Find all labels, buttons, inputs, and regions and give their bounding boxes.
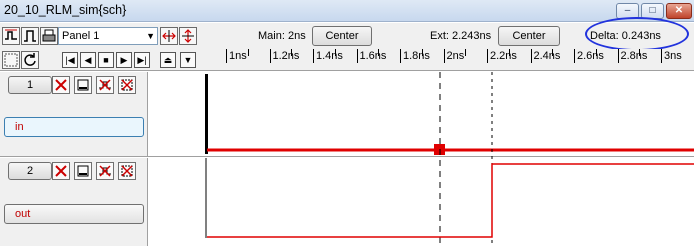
ruler-minor-tick — [421, 49, 423, 56]
eject-icon[interactable]: ⏏ — [160, 52, 176, 68]
ruler-tick — [617, 49, 619, 63]
ruler-tick-label: 2.8ns — [620, 50, 648, 62]
ruler-minor-tick — [334, 49, 336, 56]
ext-time-label: Ext: 2.243ns — [430, 30, 492, 42]
ruler-tick — [487, 49, 488, 63]
zoom-fit-icon[interactable] — [160, 27, 178, 45]
panel-2-number-button[interactable]: 2 — [8, 162, 52, 180]
ruler-tick-label: 1.8ns — [403, 50, 430, 62]
ruler-tick-label: 2.4ns — [533, 50, 561, 62]
settings-wave-icon[interactable] — [118, 76, 136, 94]
last-icon[interactable]: ▶| — [134, 52, 150, 68]
ext-center-button[interactable]: Center — [498, 26, 560, 46]
ruler-minor-tick — [508, 49, 510, 56]
delete-wave-icon[interactable] — [96, 162, 114, 180]
ruler-tick — [574, 49, 575, 63]
waveform-icon[interactable] — [2, 27, 20, 45]
ruler-minor-tick — [595, 49, 597, 56]
panel-1-number-button[interactable]: 1 — [8, 76, 52, 94]
pulse-icon[interactable] — [21, 27, 39, 45]
ruler-tick-label: 1.2ns — [272, 50, 300, 62]
ruler-minor-tick — [291, 49, 293, 56]
ruler-minor-tick — [552, 49, 554, 56]
signal-out-button[interactable]: out — [4, 204, 144, 224]
ruler-tick-label: 2ns — [446, 50, 465, 62]
ruler-tick — [313, 49, 314, 63]
delete-wave-icon[interactable] — [96, 76, 114, 94]
ruler-tick-label: 2.6ns — [577, 50, 604, 62]
ruler-minor-tick — [247, 49, 249, 56]
main-center-button[interactable]: Center — [312, 26, 372, 46]
ruler-tick-label: 1.6ns — [359, 50, 387, 62]
ruler-minor-tick — [465, 49, 467, 56]
ruler-tick — [400, 49, 401, 63]
window-title: 20_10_RLM_sim{sch} — [4, 3, 127, 17]
ruler-minor-tick — [639, 49, 641, 56]
delete-icon[interactable] — [52, 162, 70, 180]
grid-icon[interactable] — [2, 51, 20, 69]
time-ruler: 1ns 1.2ns 1.4ns 1.6ns 1.8ns 2ns 2.2ns 2.4ns 2.6n… — [226, 49, 694, 71]
ruler-tick-label: 1.4ns — [316, 50, 343, 62]
chevron-down-icon: ▼ — [146, 31, 155, 41]
ruler-tick — [530, 49, 532, 63]
ruler-tick — [661, 49, 662, 63]
signal-in-button[interactable]: in — [4, 117, 144, 137]
close-button[interactable]: ✕ — [666, 3, 692, 19]
refresh-icon[interactable] — [21, 51, 39, 69]
ruler-tick — [269, 49, 271, 63]
panel-select-value: Panel 1 — [62, 30, 100, 42]
minimize-panel-icon[interactable] — [74, 76, 92, 94]
ruler-tick — [443, 49, 445, 63]
first-icon[interactable]: |◀ — [62, 52, 78, 68]
stop-icon[interactable]: ■ — [98, 52, 114, 68]
down-icon[interactable]: ▼ — [180, 52, 196, 68]
zoom-vertical-icon[interactable] — [179, 27, 197, 45]
settings-wave-icon[interactable] — [118, 162, 136, 180]
ruler-tick — [226, 49, 227, 63]
ruler-tick — [356, 49, 358, 63]
ruler-tick-label: 3ns — [664, 50, 682, 62]
ruler-minor-tick — [378, 49, 380, 56]
delete-icon[interactable] — [52, 76, 70, 94]
minimize-panel-icon[interactable] — [74, 162, 92, 180]
panel-select[interactable]: Panel 1 ▼ — [58, 27, 158, 45]
prev-icon[interactable]: ◀ — [80, 52, 96, 68]
ruler-tick-label: 2.2ns — [490, 50, 517, 62]
waveform-area[interactable] — [149, 72, 694, 246]
delta-highlight-circle — [585, 17, 689, 51]
panel-1-cursor-bar — [205, 74, 208, 154]
next-icon[interactable]: ▶ — [116, 52, 132, 68]
ruler-tick-label: 1ns — [229, 50, 247, 62]
main-time-label: Main: 2ns — [258, 30, 306, 42]
out-waveform — [207, 163, 694, 238]
printer-icon[interactable] — [40, 27, 58, 45]
